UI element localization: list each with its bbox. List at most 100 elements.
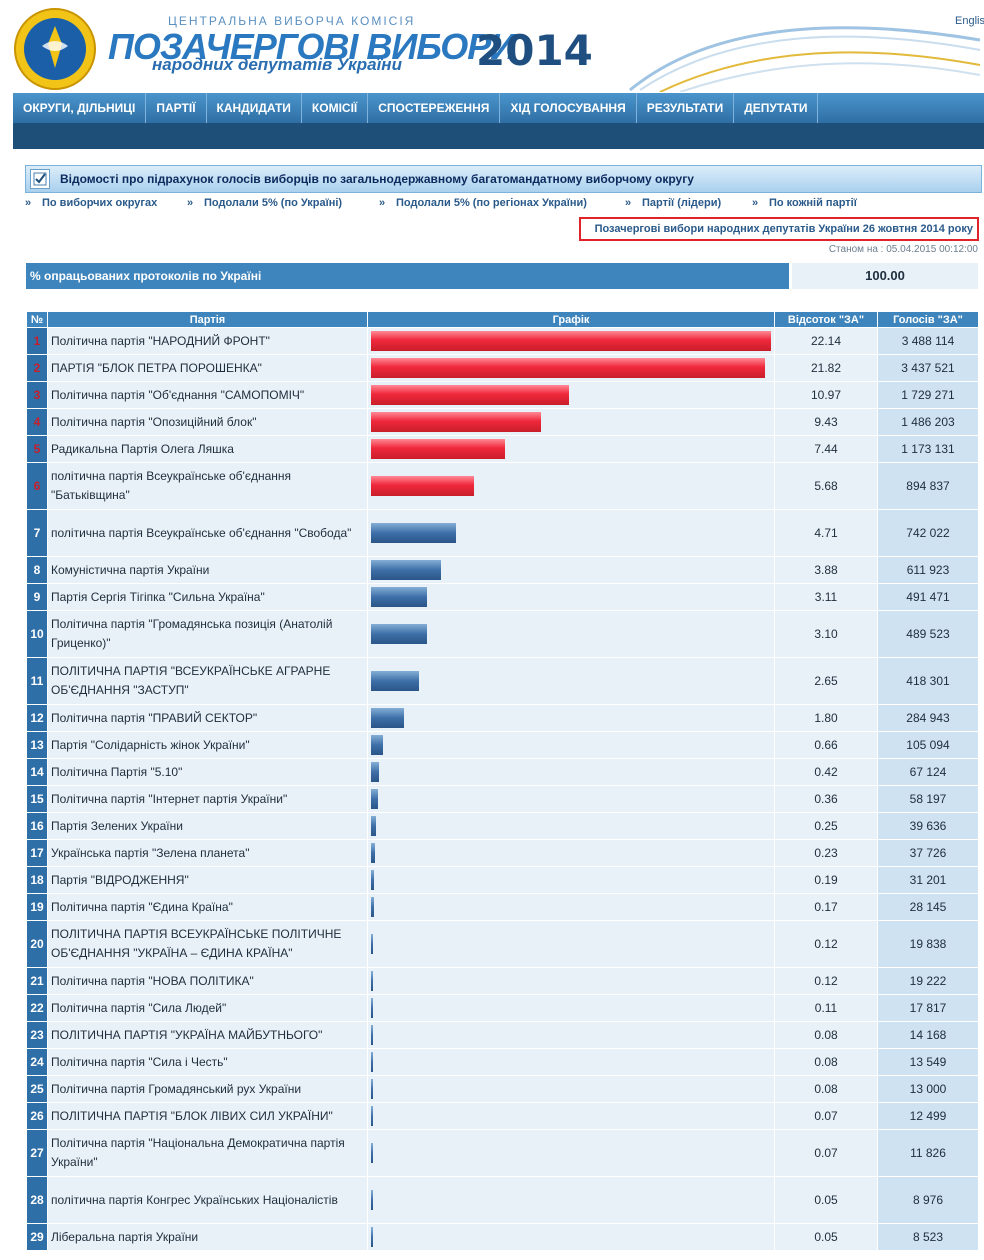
graph-cell — [368, 732, 774, 758]
nav-item-parties[interactable]: ПАРТІЇ — [146, 93, 207, 123]
party-name[interactable]: ПОЛІТИЧНА ПАРТІЯ "БЛОК ЛІВИХ СИЛ УКРАЇНИ… — [48, 1103, 367, 1129]
percent-value: 0.12 — [775, 968, 877, 994]
vote-share-bar — [371, 671, 419, 691]
header-number[interactable]: № — [27, 312, 47, 327]
party-name[interactable]: політична партія Конгрес Українських Нац… — [48, 1177, 367, 1223]
graph-cell — [368, 867, 774, 893]
votes-value: 8 976 — [878, 1177, 978, 1223]
subnav-link-by-districts[interactable]: По виборчих округах — [42, 197, 157, 209]
party-name[interactable]: Комуністична партія України — [48, 557, 367, 583]
votes-value: 39 636 — [878, 813, 978, 839]
table-row: 10 Політична партія "Громадянська позиція… — [27, 611, 978, 657]
party-name[interactable]: ПОЛІТИЧНА ПАРТІЯ "УКРАЇНА МАЙБУТНЬОГО" — [48, 1022, 367, 1048]
votes-value: 3 488 114 — [878, 328, 978, 354]
percent-value: 21.82 — [775, 355, 877, 381]
subnav-link-passed-5-ukraine[interactable]: Подолали 5% (по Україні) — [204, 197, 342, 209]
vote-share-bar — [371, 816, 376, 836]
subnav-link-party-leaders[interactable]: Партії (лідери) — [642, 197, 721, 209]
vote-share-bar — [371, 523, 456, 543]
party-name[interactable]: Політична партія "НОВА ПОЛІТИКА" — [48, 968, 367, 994]
party-name[interactable]: ПАРТІЯ "БЛОК ПЕТРА ПОРОШЕНКА" — [48, 355, 367, 381]
table-row: 20 ПОЛІТИЧНА ПАРТІЯ ВСЕУКРАЇНСЬКЕ ПОЛІТИЧ… — [27, 921, 978, 967]
language-link-english[interactable]: English — [955, 15, 984, 27]
party-name[interactable]: ПОЛІТИЧНА ПАРТІЯ ВСЕУКРАЇНСЬКЕ ПОЛІТИЧНЕ… — [48, 921, 367, 967]
party-name[interactable]: політична партія Всеукраїнське об'єднанн… — [48, 510, 367, 556]
vote-share-bar — [371, 762, 379, 782]
row-number: 17 — [27, 840, 47, 866]
votes-value: 3 437 521 — [878, 355, 978, 381]
party-name[interactable]: Партія "ВІДРОДЖЕННЯ" — [48, 867, 367, 893]
percent-value: 3.11 — [775, 584, 877, 610]
percent-value: 0.08 — [775, 1049, 877, 1075]
graph-cell — [368, 1022, 774, 1048]
votes-value: 19 838 — [878, 921, 978, 967]
table-row: 24 Політична партія "Сила і Честь" 0.08 13 … — [27, 1049, 978, 1075]
header-votes[interactable]: Голосів "ЗА" — [878, 312, 978, 327]
protocols-label: % опрацьованих протоколів по Україні — [26, 263, 789, 289]
nav-item-observers[interactable]: СПОСТЕРЕЖЕННЯ — [368, 93, 501, 123]
row-number: 29 — [27, 1224, 47, 1250]
vote-share-bar — [371, 1052, 373, 1072]
party-name[interactable]: Політична партія "ПРАВИЙ СЕКТОР" — [48, 705, 367, 731]
party-name[interactable]: ПОЛІТИЧНА ПАРТІЯ "ВСЕУКРАЇНСЬКЕ АГРАРНЕ … — [48, 658, 367, 704]
subnav-link-each-party[interactable]: По кожній партії — [769, 197, 857, 209]
nav-item-voting-progress[interactable]: ХІД ГОЛОСУВАННЯ — [500, 93, 637, 123]
row-number: 7 — [27, 510, 47, 556]
graph-cell — [368, 921, 774, 967]
section-title: Відомості про підрахунок голосів виборці… — [60, 172, 694, 186]
party-name[interactable]: Політична партія "Сила і Честь" — [48, 1049, 367, 1075]
votes-value: 11 826 — [878, 1130, 978, 1176]
row-number: 10 — [27, 611, 47, 657]
nav-item-commissions[interactable]: КОМІСІЇ — [302, 93, 369, 123]
party-name[interactable]: Політична партія "Громадянська позиція (… — [48, 611, 367, 657]
votes-value: 8 523 — [878, 1224, 978, 1250]
party-name[interactable]: Політична партія "Національна Демократич… — [48, 1130, 367, 1176]
row-number: 15 — [27, 786, 47, 812]
row-number: 3 — [27, 382, 47, 408]
graph-cell — [368, 840, 774, 866]
nav-item-deputies[interactable]: ДЕПУТАТИ — [734, 93, 819, 123]
party-name[interactable]: Партія "Солідарність жінок України" — [48, 732, 367, 758]
protocols-row: % опрацьованих протоколів по Україні 100… — [26, 263, 978, 289]
header-party[interactable]: Партія — [48, 312, 367, 327]
row-number: 6 — [27, 463, 47, 509]
row-number: 23 — [27, 1022, 47, 1048]
party-name[interactable]: Політична партія "Опозиційний блок" — [48, 409, 367, 435]
party-name[interactable]: Ліберальна партія України — [48, 1224, 367, 1250]
party-name[interactable]: Радикальна Партія Олега Ляшка — [48, 436, 367, 462]
nav-item-results[interactable]: РЕЗУЛЬТАТИ — [637, 93, 735, 123]
header-percent[interactable]: Відсоток "ЗА" — [775, 312, 877, 327]
table-row: 5 Радикальна Партія Олега Ляшка 7.44 1 173 … — [27, 436, 978, 462]
main-nav: ОКРУГИ, ДІЛЬНИЦІ ПАРТІЇ КАНДИДАТИ КОМІСІ… — [13, 93, 984, 123]
vote-share-bar — [371, 476, 474, 496]
party-name[interactable]: Партія Зелених України — [48, 813, 367, 839]
party-name[interactable]: Українська партія "Зелена планета" — [48, 840, 367, 866]
table-row: 16 Партія Зелених України 0.25 39 636 — [27, 813, 978, 839]
cvk-emblem-icon[interactable] — [12, 6, 98, 92]
subnav-link-passed-5-regions[interactable]: Подолали 5% (по регіонах України) — [396, 197, 587, 209]
party-name[interactable]: Політична партія Громадянський рух Украї… — [48, 1076, 367, 1102]
table-row: 1 Політична партія "НАРОДНИЙ ФРОНТ" 22.14 3… — [27, 328, 978, 354]
table-row: 26 ПОЛІТИЧНА ПАРТІЯ "БЛОК ЛІВИХ СИЛ УКРАЇ… — [27, 1103, 978, 1129]
party-name[interactable]: Політична партія "Єдина Країна" — [48, 894, 367, 920]
nav-item-candidates[interactable]: КАНДИДАТИ — [207, 93, 302, 123]
nav-item-districts[interactable]: ОКРУГИ, ДІЛЬНИЦІ — [13, 93, 147, 123]
vote-share-bar — [371, 412, 541, 432]
party-name[interactable]: Політична партія "НАРОДНИЙ ФРОНТ" — [48, 328, 367, 354]
party-name[interactable]: Політична партія "Інтернет партія Україн… — [48, 786, 367, 812]
election-link[interactable]: Позачергові вибори народних депутатів Ук… — [595, 223, 973, 235]
row-number: 4 — [27, 409, 47, 435]
percent-value: 5.68 — [775, 463, 877, 509]
percent-value: 3.10 — [775, 611, 877, 657]
status-timestamp: Станом на : 05.04.2015 00:12:00 — [828, 244, 978, 255]
vote-share-bar — [371, 971, 373, 991]
vote-share-bar — [371, 998, 373, 1018]
party-name[interactable]: Партія Сергія Тігіпка "Сильна Україна" — [48, 584, 367, 610]
party-name[interactable]: Політична партія "Сила Людей" — [48, 995, 367, 1021]
party-name[interactable]: Політична Партія "5.10" — [48, 759, 367, 785]
votes-value: 1 486 203 — [878, 409, 978, 435]
party-name[interactable]: Політична партія "Об'єднання "САМОПОМІЧ" — [48, 382, 367, 408]
party-name[interactable]: політична партія Всеукраїнське об'єднанн… — [48, 463, 367, 509]
vote-share-bar — [371, 1143, 373, 1163]
row-number: 27 — [27, 1130, 47, 1176]
